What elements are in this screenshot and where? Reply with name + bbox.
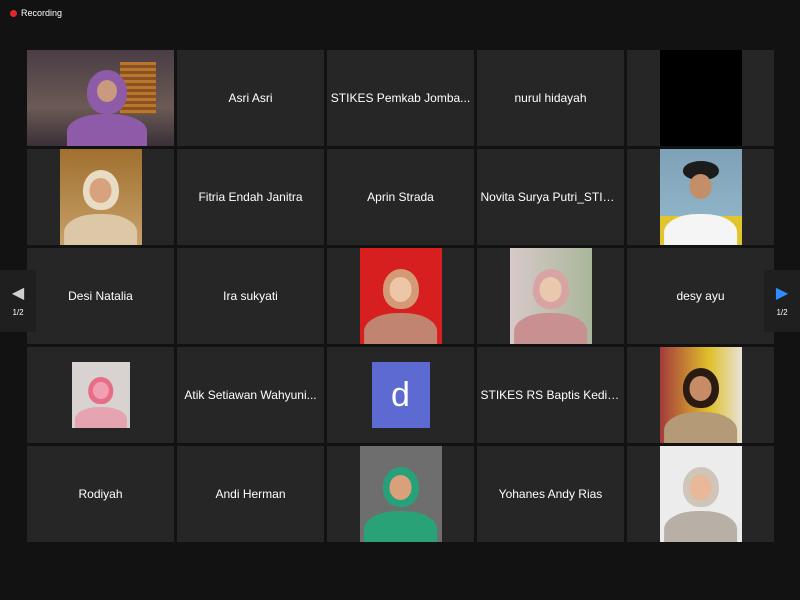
participant-tile-photo[interactable]	[27, 347, 174, 443]
participant-photo	[71, 362, 130, 428]
chevron-right-icon: ▶	[775, 284, 789, 302]
participant-tile[interactable]: Aprin Strada	[327, 149, 474, 245]
participant-tile-self-video[interactable]	[27, 50, 174, 146]
participant-name: Novita Surya Putri_STIK...	[480, 190, 621, 204]
participant-tile[interactable]: Ira sukyati	[177, 248, 324, 344]
recording-dot-icon	[10, 9, 17, 17]
participant-name: Fitria Endah Janitra	[198, 190, 303, 204]
participant-tile-photo[interactable]	[627, 446, 774, 542]
participant-video-black	[659, 50, 742, 146]
participant-tile-avatar[interactable]: d	[327, 347, 474, 443]
participant-tile[interactable]: Andi Herman	[177, 446, 324, 542]
participant-photo	[359, 446, 442, 542]
participant-name: Rodiyah	[78, 487, 123, 501]
participant-tile[interactable]: Yohanes Andy Rias	[477, 446, 624, 542]
previous-page-button[interactable]: ◀ 1/2	[0, 270, 36, 332]
recording-indicator: Recording	[10, 8, 62, 18]
participant-photo	[659, 446, 742, 542]
participant-name: Andi Herman	[215, 487, 286, 501]
participant-video	[27, 50, 174, 146]
participant-tile-photo[interactable]	[27, 149, 174, 245]
participant-photo	[59, 149, 142, 245]
participant-name: Desi Natalia	[68, 289, 133, 303]
page-indicator-left: 1/2	[12, 307, 24, 317]
participant-tile[interactable]: STIKES RS Baptis Kedir...	[477, 347, 624, 443]
participant-tile-photo[interactable]	[477, 248, 624, 344]
participant-tile-photo[interactable]	[627, 347, 774, 443]
participant-name: Ira sukyati	[223, 289, 278, 303]
participant-tile[interactable]: Fitria Endah Janitra	[177, 149, 324, 245]
participant-name: STIKES RS Baptis Kedir...	[480, 388, 621, 402]
participant-avatar: d	[371, 362, 430, 428]
participant-tile-photo[interactable]	[327, 446, 474, 542]
participant-name: Yohanes Andy Rias	[498, 487, 603, 501]
gallery-grid: Asri Asri STIKES Pemkab Jomba... nurul h…	[27, 50, 774, 542]
page-indicator-right: 1/2	[776, 307, 788, 317]
participant-tile-black-video[interactable]	[627, 50, 774, 146]
participant-name: Atik Setiawan Wahyuni...	[184, 388, 317, 402]
participant-tile[interactable]: Atik Setiawan Wahyuni...	[177, 347, 324, 443]
participant-tile[interactable]: Desi Natalia	[27, 248, 174, 344]
participant-photo	[659, 347, 742, 443]
participant-name: desy ayu	[676, 289, 725, 303]
participant-name: STIKES Pemkab Jomba...	[330, 91, 471, 105]
participant-tile[interactable]: desy ayu	[627, 248, 774, 344]
participant-tile-photo[interactable]	[627, 149, 774, 245]
participant-tile[interactable]: Rodiyah	[27, 446, 174, 542]
next-page-button[interactable]: ▶ 1/2	[764, 270, 800, 332]
chevron-left-icon: ◀	[11, 284, 25, 302]
participant-tile[interactable]: Asri Asri	[177, 50, 324, 146]
participant-name: nurul hidayah	[514, 91, 587, 105]
participant-tile-photo[interactable]	[327, 248, 474, 344]
participant-photo	[509, 248, 592, 344]
participant-name: Asri Asri	[228, 91, 273, 105]
participant-photo	[359, 248, 442, 344]
recording-label: Recording	[21, 8, 63, 18]
participant-tile[interactable]: Novita Surya Putri_STIK...	[477, 149, 624, 245]
participant-photo	[659, 149, 742, 245]
participant-tile[interactable]: STIKES Pemkab Jomba...	[327, 50, 474, 146]
participant-tile[interactable]: nurul hidayah	[477, 50, 624, 146]
participant-name: Aprin Strada	[367, 190, 434, 204]
